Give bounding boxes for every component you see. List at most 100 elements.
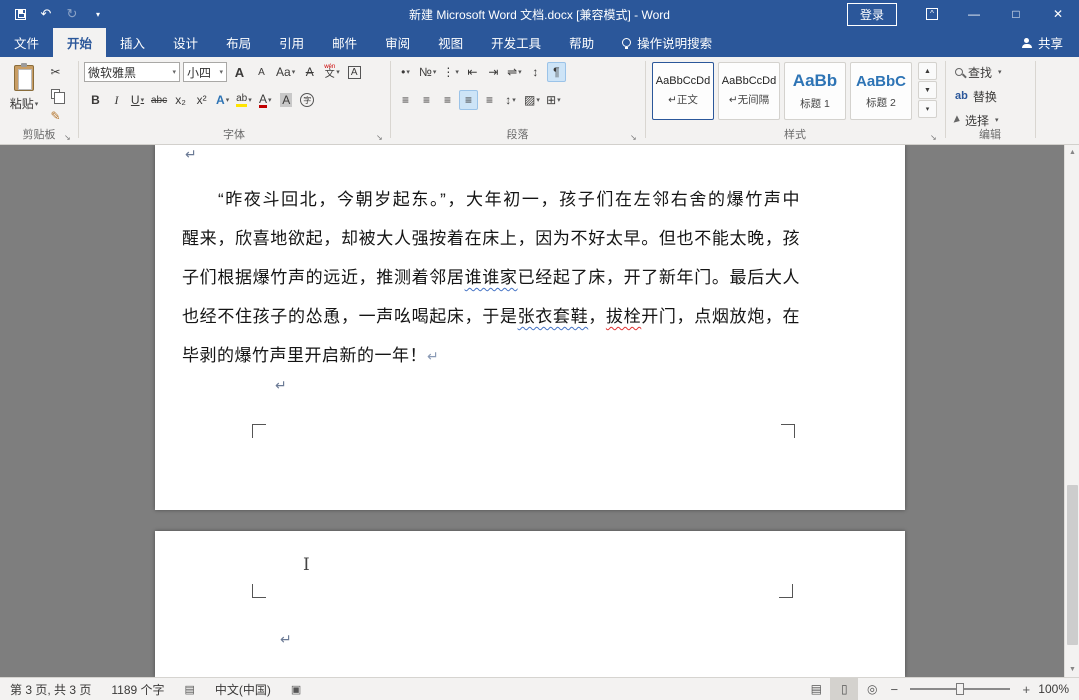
maximize-button[interactable]: □ [995, 0, 1037, 28]
bullets-button[interactable]: •▾ [396, 62, 415, 82]
minimize-icon: — [968, 7, 980, 21]
tab-developer[interactable]: 开发工具 [477, 28, 555, 57]
clear-formatting-button[interactable]: A [300, 62, 319, 82]
read-mode-button[interactable]: ▤ [802, 678, 830, 700]
page-indicator[interactable]: 第 3 页, 共 3 页 [0, 678, 101, 700]
redo-button[interactable]: ↻ [60, 2, 84, 26]
numbering-button[interactable]: №▾ [417, 62, 438, 82]
sort-button[interactable]: ↕ [526, 62, 545, 82]
text-run: ， [588, 307, 606, 326]
document-page-2[interactable]: ↵ “昨夜斗回北，今朝岁起东。”，大年初一，孩子们在左邻右舍的爆竹声中醒来，欣喜… [155, 145, 905, 510]
tab-design[interactable]: 设计 [159, 28, 212, 57]
customize-quick-access-button[interactable]: ▾ [86, 2, 110, 26]
styles-scroll-down-button[interactable]: ▼ [918, 81, 937, 99]
character-shading-button[interactable]: A [277, 90, 296, 110]
font-dialog-launcher[interactable]: ↘ [376, 133, 383, 142]
language-indicator[interactable]: 中文(中国) [205, 678, 281, 700]
tab-mailings[interactable]: 邮件 [318, 28, 371, 57]
zoom-level[interactable]: 100% [1034, 682, 1079, 696]
tell-me-label: 操作说明搜索 [637, 33, 712, 52]
copy-icon [51, 89, 60, 99]
tab-view[interactable]: 视图 [424, 28, 477, 57]
zoom-slider[interactable] [910, 688, 1010, 690]
font-family-combo[interactable]: 微软雅黑▾ [84, 62, 180, 82]
document-page-3[interactable]: I ↵ [155, 531, 905, 677]
macro-record-button[interactable]: ▣ [281, 678, 311, 700]
cut-button[interactable]: ✂ [46, 62, 65, 82]
text-effects-button[interactable]: A▾ [213, 90, 232, 110]
clipboard-dialog-launcher[interactable]: ↘ [64, 133, 71, 142]
text-run: 已经起了床，开了新年门。最后大人 [518, 268, 800, 287]
styles-dialog-launcher[interactable]: ↘ [930, 133, 937, 142]
tab-home[interactable]: 开始 [53, 28, 106, 57]
proofing-status-button[interactable]: ▤ [175, 678, 205, 700]
tab-references[interactable]: 引用 [265, 28, 318, 57]
highlight-color-button[interactable]: ab▾ [234, 90, 254, 110]
tell-me-search[interactable]: 操作说明搜索 [608, 28, 726, 57]
scrollbar-thumb[interactable] [1067, 485, 1078, 645]
underline-button[interactable]: U▾ [128, 90, 147, 110]
styles-more-button[interactable]: ▾ [918, 100, 937, 118]
style-normal[interactable]: AaBbCcDd ↵正文 [652, 62, 714, 120]
subscript-button[interactable]: x₂ [171, 90, 190, 110]
style-heading1[interactable]: AaBb 标题 1 [784, 62, 846, 120]
bold-button[interactable]: B [86, 90, 105, 110]
paste-button[interactable]: 粘贴▾ [6, 62, 42, 132]
copy-button[interactable] [46, 84, 65, 104]
paragraph-dialog-launcher[interactable]: ↘ [630, 133, 637, 142]
align-center-button[interactable]: ≡ [417, 90, 436, 110]
vertical-scrollbar[interactable]: ▲ ▼ [1064, 145, 1079, 677]
scroll-up-arrow[interactable]: ▲ [1065, 145, 1079, 160]
style-heading2[interactable]: AaBbC 标题 2 [850, 62, 912, 120]
shading-button[interactable]: ▨▾ [522, 90, 542, 110]
minimize-button[interactable]: — [953, 0, 995, 28]
find-button[interactable]: 查找 ▾ [955, 62, 1002, 82]
align-right-button[interactable]: ≡ [438, 90, 457, 110]
line-spacing-button[interactable]: ↕▾ [501, 90, 520, 110]
tab-insert[interactable]: 插入 [106, 28, 159, 57]
share-button[interactable]: 共享 [1006, 28, 1079, 57]
decrease-indent-button[interactable]: ⇤ [463, 62, 482, 82]
superscript-button[interactable]: x² [192, 90, 211, 110]
character-border-button[interactable]: A [345, 62, 364, 82]
style-no-spacing[interactable]: AaBbCcDd ↵无间隔 [718, 62, 780, 120]
show-formatting-marks-button[interactable]: ¶ [547, 62, 566, 82]
asian-layout-button[interactable]: ⇌▾ [505, 62, 524, 82]
zoom-in-button[interactable]: + [1018, 682, 1034, 697]
styles-scroll-up-button[interactable]: ▲ [918, 62, 937, 80]
align-left-button[interactable]: ≡ [396, 90, 415, 110]
enclose-characters-button[interactable]: 字 [298, 90, 317, 110]
zoom-out-button[interactable]: − [886, 682, 902, 697]
tab-file[interactable]: 文件 [0, 28, 53, 57]
close-button[interactable]: ✕ [1037, 0, 1079, 28]
replace-button[interactable]: ab 替换 [955, 86, 997, 106]
borders-button[interactable]: ⊞▾ [544, 90, 563, 110]
italic-button[interactable]: I [107, 90, 126, 110]
ribbon-display-options-button[interactable]: ^ [911, 0, 953, 28]
tab-layout[interactable]: 布局 [212, 28, 265, 57]
zoom-slider-thumb[interactable] [956, 683, 964, 695]
undo-button[interactable]: ↶ [34, 2, 58, 26]
scissors-icon: ✂ [50, 65, 60, 79]
distribute-button[interactable]: ≡ [480, 90, 499, 110]
web-layout-button[interactable]: ◎ [858, 678, 886, 700]
tab-review[interactable]: 审阅 [371, 28, 424, 57]
grow-font-button[interactable]: A [230, 62, 249, 82]
save-icon [15, 9, 26, 20]
increase-indent-button[interactable]: ⇥ [484, 62, 503, 82]
save-button[interactable] [8, 2, 32, 26]
strikethrough-button[interactable]: abc [149, 90, 169, 110]
change-case-button[interactable]: Aa▾ [274, 62, 297, 82]
font-size-combo[interactable]: 小四▾ [183, 62, 227, 82]
justify-button[interactable]: ≡ [459, 90, 478, 110]
word-count[interactable]: 1189 个字 [101, 678, 174, 700]
phonetic-guide-button[interactable]: wén文▾ [322, 62, 342, 82]
multilevel-list-button[interactable]: ⋮▾ [440, 62, 461, 82]
print-layout-button[interactable]: ▯ [830, 678, 858, 700]
tab-help[interactable]: 帮助 [555, 28, 608, 57]
scroll-down-arrow[interactable]: ▼ [1065, 662, 1079, 677]
format-painter-button[interactable]: ✎ [46, 106, 65, 126]
shrink-font-button[interactable]: A [252, 62, 271, 82]
font-color-button[interactable]: A▾ [256, 90, 275, 110]
signin-button[interactable]: 登录 [847, 3, 897, 26]
